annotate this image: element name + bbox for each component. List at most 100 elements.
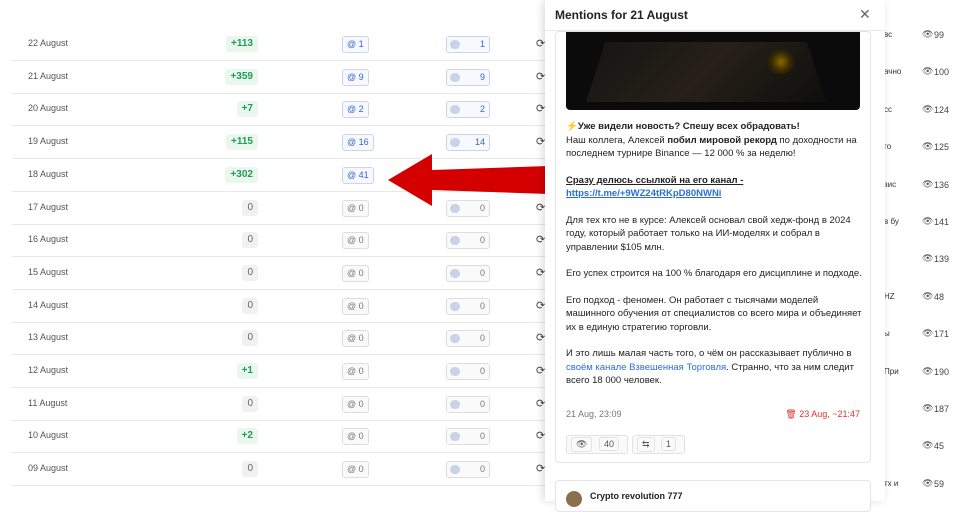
channels-count: 0 xyxy=(479,235,485,246)
mentions-button[interactable]: @ 0 xyxy=(342,363,369,380)
post-row[interactable]: ы 👁 171 xyxy=(870,319,974,351)
post-views: 141 xyxy=(934,217,950,227)
channels-button[interactable]: 0 xyxy=(446,461,490,479)
mentions-button[interactable]: @ 0 xyxy=(342,199,369,217)
row-date: 22 August xyxy=(28,38,69,48)
post-image[interactable] xyxy=(566,32,860,110)
mentions-button[interactable]: @ 0 xyxy=(342,232,369,250)
post-row[interactable]: 👁 187 xyxy=(870,394,974,426)
post-text-fragment: Наш коллега, Алексей xyxy=(566,134,668,146)
channel-link[interactable]: https://t.me/+9WZ24tRKpD80NWNi xyxy=(566,188,721,199)
posts-column: вс 👁 99 ачно 👁 100 сс 👁 124 го 👁 125 зис 👁 136 в бу 👁 141… xyxy=(870,0,974,501)
channels-count: 0 xyxy=(479,431,485,442)
post-views: 171 xyxy=(934,329,950,340)
channel-avatars-icon xyxy=(450,301,460,311)
at-icon: @ xyxy=(347,202,357,213)
post-row[interactable]: в бу 👁 141 xyxy=(870,207,974,239)
subscriber-growth: +7 xyxy=(236,101,258,118)
at-icon: @ xyxy=(347,398,357,409)
post-row[interactable]: вс 👁 99 xyxy=(870,20,974,52)
post-paragraph: Для тех кто не в курсе: Алексей основал … xyxy=(566,214,851,253)
views-count: 40 xyxy=(598,437,619,451)
post-row[interactable]: зис 👁 136 xyxy=(870,170,974,202)
channels-button[interactable]: 14 xyxy=(446,134,490,152)
mentions-button[interactable]: @ 0 xyxy=(342,428,369,446)
channels-button[interactable]: 9 xyxy=(446,68,490,86)
mentions-button[interactable]: @ 1 xyxy=(342,36,369,53)
row-date: 15 August xyxy=(28,266,69,277)
post-row[interactable]: При 👁 190 xyxy=(870,357,974,389)
post-views: 125 xyxy=(934,142,950,153)
subscriber-growth: 0 xyxy=(242,461,258,478)
channels-button[interactable]: 0 xyxy=(446,395,490,413)
panel-header: Mentions for 21 August ✕ xyxy=(545,0,885,31)
table-row: 13 August 0 @ 0 0 ⟳ xyxy=(12,322,560,356)
post-row[interactable]: го 👁 125 xyxy=(870,132,974,164)
eye-icon: 👁 xyxy=(922,290,934,301)
post-row[interactable]: сс 👁 124 xyxy=(870,95,974,127)
channels-button[interactable]: 0 xyxy=(446,428,490,446)
post-date: 21 Aug, 23:09 xyxy=(566,409,622,419)
post-views: 139 xyxy=(934,254,950,265)
link-label: Сразу делюсь ссылкой на его канал - xyxy=(566,174,744,186)
post-row[interactable]: ачно 👁 100 xyxy=(870,57,974,89)
channels-button[interactable]: 2 xyxy=(446,101,490,119)
post-text-bold: побил мировой рекорд xyxy=(667,134,777,146)
panel-title: Mentions for 21 August xyxy=(555,8,688,22)
channels-button[interactable]: 0 xyxy=(446,330,490,348)
trash-icon: 🗑 xyxy=(785,409,797,419)
channels-button[interactable]: 1 xyxy=(446,36,490,53)
post-snippet: го xyxy=(884,142,892,152)
mentions-button[interactable]: @ 0 xyxy=(342,297,369,315)
mentions-count: 1 xyxy=(358,39,364,49)
eye-icon: 👁 xyxy=(922,29,934,39)
post-row[interactable]: HZ 👁 48 xyxy=(870,282,974,314)
mentions-button[interactable]: @ 0 xyxy=(342,461,369,479)
subscriber-growth: 0 xyxy=(242,232,258,249)
post-row[interactable]: 👁 45 xyxy=(870,431,974,463)
post-views: 48 xyxy=(934,291,945,302)
table-row: 20 August +7 @ 2 2 ⟳ xyxy=(12,93,560,127)
channels-button[interactable]: 0 xyxy=(446,232,490,250)
channels-count: 14 xyxy=(474,137,485,148)
post-views: 100 xyxy=(934,67,950,78)
channel-avatars-icon xyxy=(450,432,460,442)
mentions-button[interactable]: @ 9 xyxy=(342,68,369,86)
mentions-count: 41 xyxy=(358,169,369,180)
at-icon: @ xyxy=(347,169,357,180)
mentions-button[interactable]: @ 0 xyxy=(342,330,369,348)
at-icon: @ xyxy=(347,464,357,475)
row-date: 13 August xyxy=(28,332,69,343)
mentions-button[interactable]: @ 16 xyxy=(342,134,374,152)
post-text-fragment: И это лишь малая часть того, о чём он ра… xyxy=(566,348,852,359)
table-row: 09 August 0 @ 0 0 ⟳ xyxy=(12,453,560,487)
deleted-date: 23 Aug, ~21:47 xyxy=(799,409,860,419)
mentions-count: 0 xyxy=(358,464,364,475)
eye-icon: 👁 xyxy=(922,178,934,189)
post-row[interactable]: 👁 139 xyxy=(870,244,974,276)
post-meta: 21 Aug, 23:09 🗑 23 Aug, ~21:47 xyxy=(566,409,860,419)
deleted-info: 🗑 23 Aug, ~21:47 xyxy=(785,409,860,420)
channels-button[interactable]: 0 xyxy=(446,297,490,315)
channels-button[interactable]: 0 xyxy=(446,363,490,380)
mentions-button[interactable]: @ 41 xyxy=(342,166,374,184)
subscriber-growth: +113 xyxy=(226,36,258,52)
mentions-count: 9 xyxy=(358,71,364,82)
reposts-count: 1 xyxy=(661,437,677,451)
mentions-button[interactable]: @ 2 xyxy=(342,101,369,119)
eye-icon: 👁 xyxy=(922,477,934,488)
next-mention-card[interactable]: Crypto revolution 777 xyxy=(555,480,871,512)
row-date: 18 August xyxy=(28,168,69,179)
channel-avatars-icon xyxy=(450,268,460,278)
mentions-button[interactable]: @ 0 xyxy=(342,264,369,282)
views-badge: 👁 40 xyxy=(566,435,628,454)
channel-avatar xyxy=(566,491,582,507)
post-row[interactable]: тх и 👁 59 xyxy=(870,469,974,501)
at-icon: @ xyxy=(347,137,357,148)
close-icon[interactable]: ✕ xyxy=(859,6,871,23)
channels-button[interactable]: 0 xyxy=(446,264,490,282)
post-snippet: сс xyxy=(884,104,892,114)
red-arrow-annotation xyxy=(388,154,548,206)
channel-name-link[interactable]: своём канале Взвешенная Торговля xyxy=(566,362,726,373)
mentions-button[interactable]: @ 0 xyxy=(342,395,369,413)
